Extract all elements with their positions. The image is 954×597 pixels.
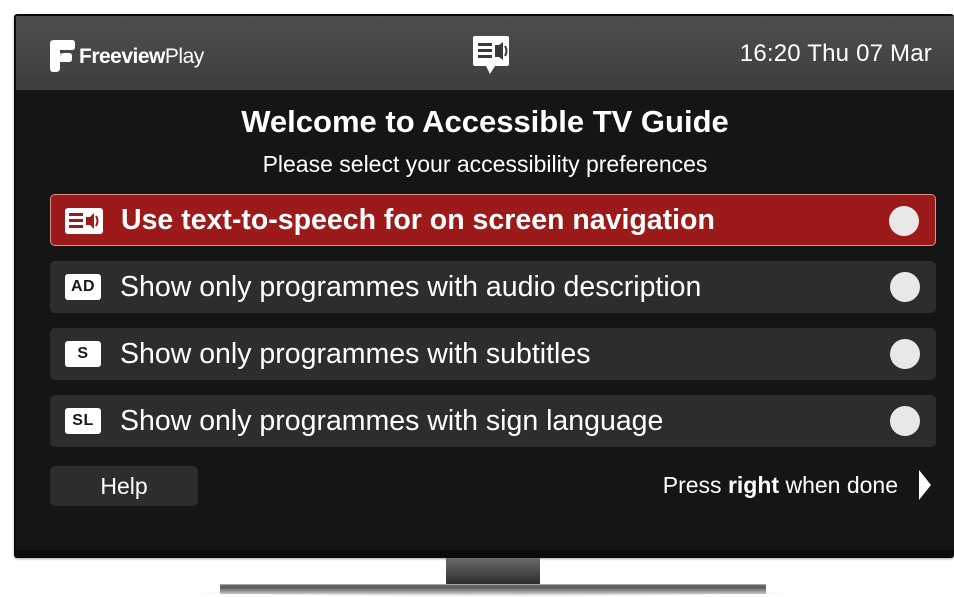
chevron-right-icon[interactable]: [918, 468, 932, 502]
freeview-play-logo: FreeviewPlay: [48, 38, 204, 74]
page-subtitle: Please select your accessibility prefere…: [262, 151, 708, 177]
brand-free: Freeview: [79, 44, 165, 68]
text-to-speech-icon: [65, 207, 103, 235]
option-label: Use text-to-speech for on screen navigat…: [121, 204, 715, 236]
help-button[interactable]: Help: [50, 466, 198, 506]
ad-badge: AD: [65, 274, 101, 300]
tv-screen: FreeviewPlay 16:20 Thu 07 Mar Welcome to…: [16, 16, 954, 550]
option-label: Show only programmes with subtitles: [120, 338, 591, 370]
hint-key: right: [727, 472, 780, 498]
preferences-list: Use text-to-speech for on screen navigat…: [50, 194, 936, 462]
audio-description-icon: AD: [64, 273, 102, 301]
page-title: Welcome to Accessible TV Guide: [241, 104, 729, 139]
s-badge: S: [65, 341, 101, 367]
header-bar: FreeviewPlay 16:20 Thu 07 Mar: [16, 16, 954, 90]
hint-suffix: when done: [779, 472, 898, 498]
subtitles-icon: S: [64, 340, 102, 368]
clock-datetime: 16:20 Thu 07 Mar: [739, 40, 932, 67]
option-text-to-speech[interactable]: Use text-to-speech for on screen navigat…: [50, 194, 936, 246]
text-to-speech-icon: [473, 36, 509, 74]
option-toggle[interactable]: [890, 272, 920, 302]
brand-play: Play: [164, 44, 204, 68]
sign-language-icon: SL: [64, 407, 102, 435]
option-audio-description[interactable]: AD Show only programmes with audio descr…: [50, 261, 936, 313]
option-toggle[interactable]: [889, 206, 919, 236]
option-subtitles[interactable]: S Show only programmes with subtitles: [50, 328, 936, 380]
option-toggle[interactable]: [890, 339, 920, 369]
option-label: Show only programmes with sign language: [120, 405, 664, 437]
freeview-logo-icon: [50, 40, 75, 72]
brand-name: FreeviewPlay: [79, 46, 204, 67]
option-sign-language[interactable]: SL Show only programmes with sign langua…: [50, 395, 936, 447]
option-label: Show only programmes with audio descript…: [120, 271, 702, 303]
sl-badge: SL: [65, 408, 101, 434]
hint-prefix: Press: [662, 472, 728, 498]
option-toggle[interactable]: [890, 406, 920, 436]
navigation-hint: Press right when done: [663, 472, 898, 499]
tv-stand-neck: [446, 558, 540, 584]
